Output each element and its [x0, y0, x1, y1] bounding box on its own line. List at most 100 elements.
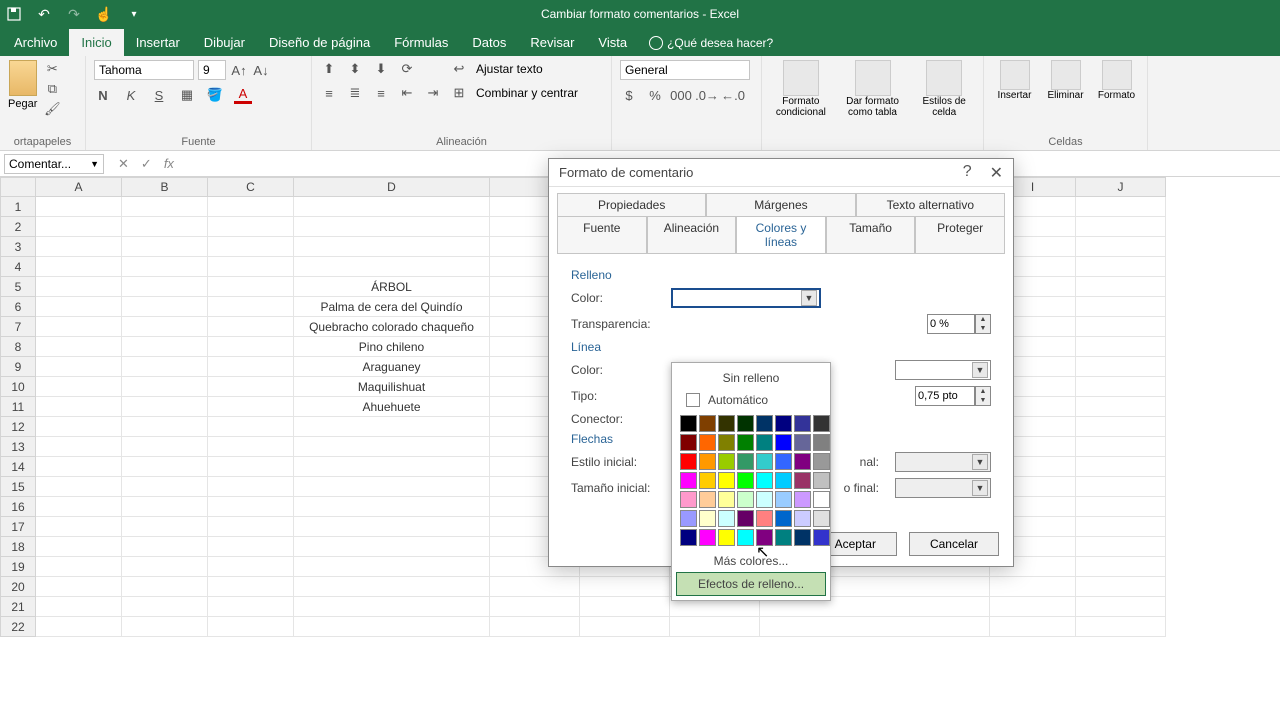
cell[interactable] — [122, 457, 208, 477]
tab-tamano[interactable]: Tamaño — [826, 216, 916, 253]
cell[interactable] — [294, 237, 490, 257]
cell[interactable] — [122, 477, 208, 497]
cell[interactable] — [122, 377, 208, 397]
delete-cell-icon[interactable] — [1051, 60, 1081, 90]
cell[interactable]: Maquilishuat — [294, 377, 490, 397]
cell[interactable] — [1076, 617, 1166, 637]
tab-revisar[interactable]: Revisar — [518, 29, 586, 56]
spin-down-icon[interactable]: ▼ — [976, 324, 990, 333]
color-swatch[interactable] — [813, 491, 830, 508]
tab-archivo[interactable]: Archivo — [2, 29, 69, 56]
color-swatch[interactable] — [794, 491, 811, 508]
cell-styles-icon[interactable] — [926, 60, 962, 96]
cell[interactable] — [760, 617, 990, 637]
tab-proteger[interactable]: Proteger — [915, 216, 1005, 253]
align-bottom-icon[interactable]: ⬇ — [372, 60, 390, 78]
font-name-input[interactable] — [94, 60, 194, 80]
color-swatch[interactable] — [718, 434, 735, 451]
color-swatch[interactable] — [756, 453, 773, 470]
cell[interactable] — [122, 497, 208, 517]
row-header[interactable]: 21 — [0, 597, 36, 617]
paste-icon[interactable] — [9, 60, 37, 96]
color-swatch[interactable] — [813, 453, 830, 470]
color-swatch[interactable] — [699, 415, 716, 432]
cell[interactable] — [208, 197, 294, 217]
cell[interactable] — [208, 497, 294, 517]
color-swatch[interactable] — [775, 510, 792, 527]
more-colors-link[interactable]: Más colores... — [676, 550, 826, 572]
cell[interactable] — [208, 297, 294, 317]
cell[interactable] — [208, 517, 294, 537]
name-box[interactable]: Comentar... ▼ — [4, 154, 104, 174]
cell[interactable] — [1076, 557, 1166, 577]
tab-fuente[interactable]: Fuente — [557, 216, 647, 253]
cell[interactable] — [36, 277, 122, 297]
color-swatch[interactable] — [718, 491, 735, 508]
color-swatch[interactable] — [756, 491, 773, 508]
close-icon[interactable]: ✕ — [990, 163, 1003, 183]
cell[interactable] — [36, 197, 122, 217]
cell[interactable] — [36, 237, 122, 257]
cell[interactable] — [122, 577, 208, 597]
tab-insertar[interactable]: Insertar — [124, 29, 192, 56]
cell[interactable] — [208, 437, 294, 457]
indent-dec-icon[interactable]: ⇤ — [398, 84, 416, 102]
format-painter-icon[interactable]: 🖌 — [43, 100, 61, 118]
cell[interactable] — [122, 397, 208, 417]
cell[interactable] — [1076, 317, 1166, 337]
cell[interactable] — [122, 557, 208, 577]
color-swatch[interactable] — [794, 529, 811, 546]
cell[interactable] — [294, 537, 490, 557]
cell[interactable] — [490, 617, 580, 637]
format-table-icon[interactable] — [855, 60, 891, 96]
color-swatch[interactable] — [813, 415, 830, 432]
cell[interactable] — [208, 317, 294, 337]
cell[interactable] — [36, 437, 122, 457]
end-style-combo[interactable]: ▼ — [895, 452, 991, 472]
col-header[interactable]: J — [1076, 177, 1166, 197]
tab-formulas[interactable]: Fórmulas — [382, 29, 460, 56]
cancel-formula-icon[interactable]: ✕ — [118, 156, 129, 172]
cell[interactable] — [36, 417, 122, 437]
cell[interactable] — [122, 317, 208, 337]
end-size-combo[interactable]: ▼ — [895, 478, 991, 498]
font-color-icon[interactable]: A — [234, 86, 252, 104]
color-swatch[interactable] — [813, 472, 830, 489]
color-swatch[interactable] — [718, 415, 735, 432]
cell[interactable] — [208, 257, 294, 277]
cell[interactable]: Pino chileno — [294, 337, 490, 357]
color-swatch[interactable] — [794, 453, 811, 470]
cell[interactable] — [1076, 237, 1166, 257]
color-swatch[interactable] — [813, 529, 830, 546]
color-swatch[interactable] — [794, 434, 811, 451]
cell[interactable] — [490, 597, 580, 617]
color-swatch[interactable] — [737, 472, 754, 489]
cell[interactable] — [1076, 357, 1166, 377]
tab-inicio[interactable]: Inicio — [69, 29, 123, 56]
cell[interactable] — [294, 197, 490, 217]
cell[interactable] — [208, 577, 294, 597]
cell[interactable] — [122, 517, 208, 537]
wrap-text-icon[interactable]: ↩ — [450, 60, 468, 78]
col-header[interactable]: D — [294, 177, 490, 197]
tab-vista[interactable]: Vista — [586, 29, 639, 56]
color-swatch[interactable] — [756, 434, 773, 451]
cell[interactable] — [122, 537, 208, 557]
cell[interactable] — [122, 357, 208, 377]
color-swatch[interactable] — [699, 510, 716, 527]
cell[interactable] — [208, 557, 294, 577]
color-swatch[interactable] — [680, 434, 697, 451]
cell[interactable] — [490, 577, 580, 597]
color-swatch[interactable] — [775, 415, 792, 432]
cell[interactable] — [36, 477, 122, 497]
font-size-input[interactable] — [198, 60, 226, 80]
cell[interactable] — [1076, 437, 1166, 457]
fx-icon[interactable]: fx — [164, 156, 174, 172]
line-style-combo[interactable]: ▼ — [895, 360, 991, 380]
cell[interactable] — [208, 217, 294, 237]
color-swatch[interactable] — [794, 415, 811, 432]
grow-font-icon[interactable]: A↑ — [230, 61, 248, 79]
row-header[interactable]: 7 — [0, 317, 36, 337]
cell[interactable] — [122, 257, 208, 277]
cell[interactable] — [1076, 257, 1166, 277]
